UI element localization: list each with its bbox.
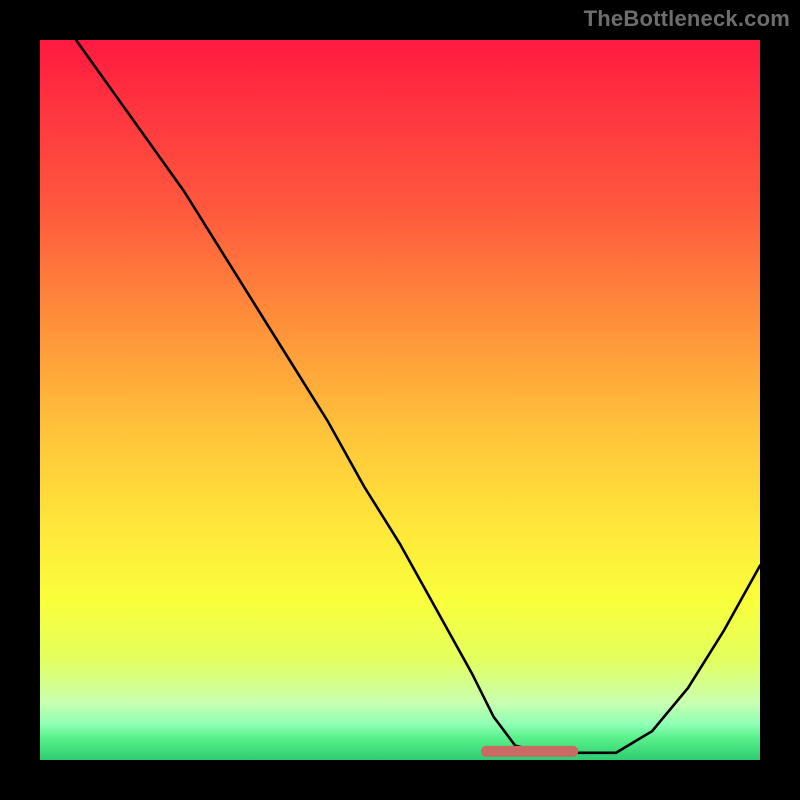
chart-svg [40, 40, 760, 760]
bottleneck-curve [76, 40, 760, 753]
chart-frame: TheBottleneck.com [0, 0, 800, 800]
watermark-text: TheBottleneck.com [584, 6, 790, 32]
